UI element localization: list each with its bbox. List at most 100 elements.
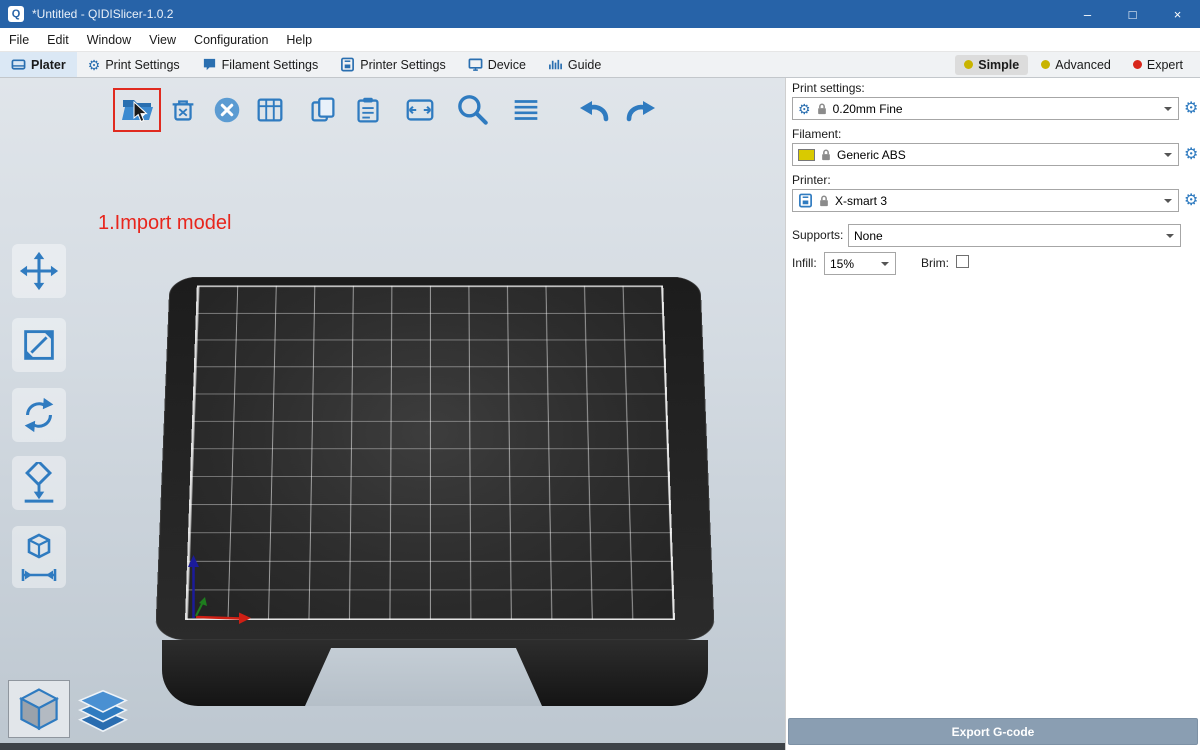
menu-file[interactable]: File [0,28,38,52]
chevron-down-icon [1164,107,1172,111]
place-on-face-icon [18,462,60,504]
chevron-down-icon [1166,234,1174,238]
menu-view[interactable]: View [140,28,185,52]
preview-view-button[interactable] [74,686,132,736]
move-tool-button[interactable] [12,244,66,298]
measure-tool-button[interactable] [12,526,66,588]
minimize-button[interactable]: – [1065,0,1110,28]
tab-label: Guide [568,58,601,72]
settings-panel: Print settings: ⚙ 0.20mm Fine ⚙ Filament… [785,78,1200,750]
mode-label: Simple [978,58,1019,72]
viewport-bottom-edge [0,743,785,750]
mode-simple[interactable]: Simple [955,55,1028,75]
close-button[interactable]: × [1155,0,1200,28]
expert-mode-dot-icon [1133,60,1142,69]
rotate-icon [18,394,60,436]
split-button[interactable] [400,90,440,130]
print-bed-grid [185,285,675,620]
search-button[interactable] [452,90,492,130]
plater-icon [11,57,26,72]
tab-guide[interactable]: Guide [537,52,612,77]
lock-icon [820,148,832,162]
tab-label: Plater [31,58,66,72]
gear-icon: ⚙ [88,58,101,72]
variable-layer-height-button[interactable] [506,90,546,130]
maximize-button[interactable]: □ [1110,0,1155,28]
menu-window[interactable]: Window [78,28,140,52]
mode-expert[interactable]: Expert [1124,55,1192,75]
device-icon [468,57,483,72]
paste-button[interactable] [348,90,388,130]
tab-filament-settings[interactable]: Filament Settings [191,52,330,77]
filament-label: Filament: [792,127,841,141]
mode-advanced[interactable]: Advanced [1032,55,1120,75]
viewport-3d[interactable]: 1.Import model [0,78,785,750]
lock-icon [818,194,830,208]
delete-all-icon [210,93,244,127]
print-profile-icon: ⚙ [798,102,811,116]
arrange-button[interactable] [250,90,290,130]
tab-plater[interactable]: Plater [0,52,77,77]
chevron-down-icon [1164,199,1172,203]
filament-gear-button[interactable]: ⚙ [1184,147,1198,163]
brim-label: Brim: [921,256,949,270]
tab-label: Device [488,58,526,72]
print-settings-label: Print settings: [792,81,865,95]
redo-icon [622,93,660,127]
brim-checkbox[interactable] [956,255,969,268]
copy-button[interactable] [303,90,343,130]
menu-edit[interactable]: Edit [38,28,78,52]
supports-value: None [854,229,883,243]
mouse-cursor [133,101,149,123]
printer-value: X-smart 3 [835,194,887,208]
place-on-face-tool-button[interactable] [12,456,66,510]
filament-color-swatch [798,149,815,161]
chevron-down-icon [1164,153,1172,157]
guide-icon [548,57,563,72]
tab-label: Print Settings [105,58,179,72]
tab-print-settings[interactable]: ⚙ Print Settings [77,52,191,77]
tab-device[interactable]: Device [457,52,537,77]
annotation-import-model: 1.Import model [98,212,231,235]
print-bed-handle-notch [305,648,542,706]
infill-combo[interactable]: 15% [824,252,896,275]
copy-icon [306,93,340,127]
app-icon: Q [8,6,24,22]
redo-button[interactable] [621,90,661,130]
filament-combo[interactable]: Generic ABS [792,143,1179,166]
search-icon [453,91,491,129]
split-icon [403,93,437,127]
cube-3d-view-icon [14,684,64,734]
tab-printer-settings[interactable]: Printer Settings [329,52,456,77]
mode-switcher: Simple Advanced Expert [955,52,1200,77]
mode-label: Expert [1147,58,1183,72]
menu-configuration[interactable]: Configuration [185,28,277,52]
delete-button[interactable] [163,90,203,130]
mode-label: Advanced [1055,58,1111,72]
print-settings-combo[interactable]: ⚙ 0.20mm Fine [792,97,1179,120]
scale-icon [18,324,60,366]
title-bar: Q *Untitled - QIDISlicer-1.0.2 – □ × [0,0,1200,28]
printer-icon [798,193,813,208]
delete-all-button[interactable] [207,90,247,130]
filament-value: Generic ABS [837,148,906,162]
menu-help[interactable]: Help [277,28,321,52]
tab-label: Printer Settings [360,58,445,72]
export-gcode-button[interactable]: Export G-code [788,718,1198,745]
supports-combo[interactable]: None [848,224,1181,247]
lock-icon [816,102,828,116]
undo-button[interactable] [574,90,614,130]
printer-gear-button[interactable]: ⚙ [1184,193,1198,209]
chevron-down-icon [881,262,889,266]
filament-icon [202,57,217,72]
arrange-icon [253,93,287,127]
tab-label: Filament Settings [222,58,319,72]
rotate-tool-button[interactable] [12,388,66,442]
print-settings-gear-button[interactable]: ⚙ [1184,101,1198,117]
printer-combo[interactable]: X-smart 3 [792,189,1179,212]
delete-icon [166,93,200,127]
editor-view-button[interactable] [8,680,70,738]
scale-tool-button[interactable] [12,318,66,372]
paste-icon [351,93,385,127]
printer-label: Printer: [792,173,831,187]
